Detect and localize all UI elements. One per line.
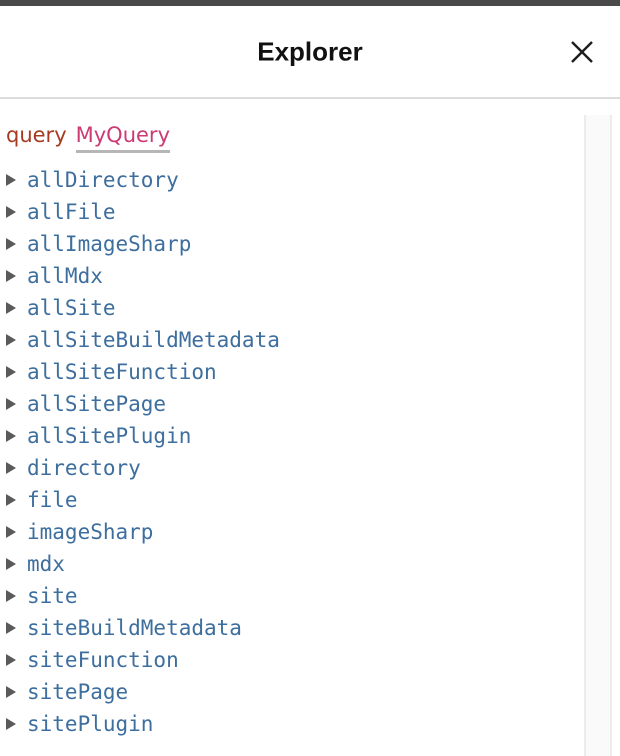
triangle-right-icon[interactable] — [5, 685, 27, 699]
field-name: file — [27, 488, 78, 512]
field-list: allDirectory allFile allImageSharp allMdx al… — [0, 164, 584, 740]
field-row[interactable]: sitePage — [0, 676, 584, 708]
triangle-right-icon[interactable] — [5, 333, 27, 347]
field-row[interactable]: allSitePage — [0, 388, 584, 420]
field-name: site — [27, 584, 78, 608]
field-row[interactable]: imageSharp — [0, 516, 584, 548]
triangle-right-icon[interactable] — [5, 461, 27, 475]
triangle-right-icon[interactable] — [5, 493, 27, 507]
field-row[interactable]: allSite — [0, 292, 584, 324]
close-button[interactable] — [562, 32, 602, 72]
field-row[interactable]: allSitePlugin — [0, 420, 584, 452]
explorer-header: Explorer — [0, 6, 620, 99]
field-row[interactable]: allDirectory — [0, 164, 584, 196]
page-title: Explorer — [257, 36, 363, 66]
field-name: allSite — [27, 296, 116, 320]
field-row[interactable]: directory — [0, 452, 584, 484]
triangle-right-icon[interactable] — [5, 653, 27, 667]
triangle-right-icon[interactable] — [5, 589, 27, 603]
scrollbar-thumb[interactable] — [586, 115, 610, 756]
field-name: allSiteFunction — [27, 360, 217, 384]
close-icon — [569, 39, 595, 65]
field-name: imageSharp — [27, 520, 154, 544]
field-row[interactable]: sitePlugin — [0, 708, 584, 740]
field-name: siteBuildMetadata — [27, 616, 242, 640]
field-row[interactable]: siteBuildMetadata — [0, 612, 584, 644]
field-name: allSitePage — [27, 392, 167, 416]
field-name: mdx — [27, 552, 65, 576]
field-name: allFile — [27, 200, 116, 224]
triangle-right-icon[interactable] — [5, 429, 27, 443]
field-row[interactable]: allSiteFunction — [0, 356, 584, 388]
triangle-right-icon[interactable] — [5, 557, 27, 571]
field-row[interactable]: allFile — [0, 196, 584, 228]
field-row[interactable]: allSiteBuildMetadata — [0, 324, 584, 356]
field-row[interactable]: mdx — [0, 548, 584, 580]
triangle-right-icon[interactable] — [5, 397, 27, 411]
field-row[interactable]: siteFunction — [0, 644, 584, 676]
query-definition-line: query MyQuery — [6, 122, 170, 153]
explorer-doc-body: query MyQuery allDirectory allFile allImage… — [0, 101, 620, 756]
triangle-right-icon[interactable] — [5, 301, 27, 315]
field-row[interactable]: file — [0, 484, 584, 516]
field-name: allDirectory — [27, 168, 179, 192]
field-name: siteFunction — [27, 648, 179, 672]
explorer-panel: Explorer query MyQuery allDirectory allFil… — [0, 0, 620, 756]
field-name: allSiteBuildMetadata — [27, 328, 280, 352]
field-row[interactable]: allMdx — [0, 260, 584, 292]
triangle-right-icon[interactable] — [5, 621, 27, 635]
triangle-right-icon[interactable] — [5, 365, 27, 379]
field-name: allMdx — [27, 264, 103, 288]
triangle-right-icon[interactable] — [5, 717, 27, 731]
field-row[interactable]: site — [0, 580, 584, 612]
vertical-scrollbar[interactable] — [584, 115, 612, 756]
field-name: sitePage — [27, 680, 129, 704]
query-name-input[interactable]: MyQuery — [75, 122, 170, 153]
triangle-right-icon[interactable] — [5, 525, 27, 539]
field-name: sitePlugin — [27, 712, 154, 736]
triangle-right-icon[interactable] — [5, 237, 27, 251]
triangle-right-icon[interactable] — [5, 269, 27, 283]
field-name: allSitePlugin — [27, 424, 192, 448]
query-keyword: query — [6, 123, 67, 147]
triangle-right-icon[interactable] — [5, 205, 27, 219]
field-row[interactable]: allImageSharp — [0, 228, 584, 260]
field-name: directory — [27, 456, 141, 480]
field-name: allImageSharp — [27, 232, 192, 256]
triangle-right-icon[interactable] — [5, 173, 27, 187]
